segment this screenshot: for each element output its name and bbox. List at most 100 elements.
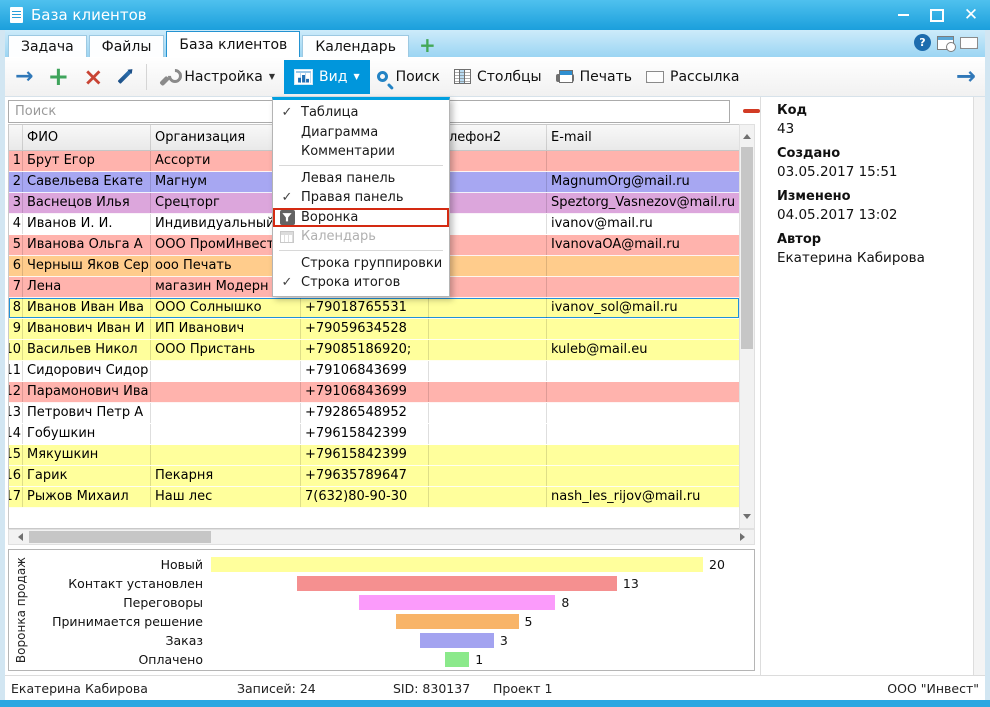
delete-record-button[interactable]: × [76, 64, 110, 90]
maximize-button[interactable] [928, 6, 946, 24]
table-cell[interactable]: 17 [9, 487, 23, 507]
table-cell[interactable] [429, 403, 547, 423]
table-cell[interactable] [151, 403, 301, 423]
table-cell[interactable]: Мякушкин [23, 445, 151, 465]
table-cell[interactable]: +79106843699 [301, 382, 429, 402]
table-cell[interactable] [547, 151, 738, 171]
table-cell[interactable]: 7(632)80-90-30 [301, 487, 429, 507]
tab-1[interactable]: Задача [8, 35, 87, 57]
table-cell[interactable]: 15 [9, 445, 23, 465]
table-cell[interactable]: 2 [9, 172, 23, 192]
view-button[interactable]: Вид ▼ [284, 60, 370, 94]
table-cell[interactable]: 6 [9, 256, 23, 276]
table-cell[interactable] [429, 424, 547, 444]
table-cell[interactable] [429, 340, 547, 360]
funnel-bar[interactable] [359, 595, 556, 610]
table-cell[interactable]: 14 [9, 424, 23, 444]
table-cell[interactable]: 3 [9, 193, 23, 213]
table-cell[interactable]: +79635789647 [301, 466, 429, 486]
table-cell[interactable]: Гарик [23, 466, 151, 486]
menu-item-воронка[interactable]: Воронка [273, 208, 449, 228]
table-cell[interactable]: 10 [9, 340, 23, 360]
scroll-up-icon[interactable] [743, 130, 751, 139]
table-cell[interactable]: Гобушкин [23, 424, 151, 444]
table-cell[interactable] [151, 382, 301, 402]
minimize-button[interactable] [894, 6, 912, 24]
menu-item-диаграмма[interactable]: Диаграмма [273, 123, 449, 143]
table-cell[interactable]: 11 [9, 361, 23, 381]
table-cell[interactable]: 4 [9, 214, 23, 234]
mail-icon[interactable] [960, 37, 978, 49]
columns-button[interactable]: Столбцы [447, 65, 549, 89]
table-cell[interactable]: 8 [9, 298, 23, 318]
go-forward-button[interactable]: → [956, 62, 976, 90]
table-cell[interactable]: Петрович Петр А [23, 403, 151, 423]
details-scrollbar[interactable] [973, 97, 985, 675]
table-cell[interactable]: ООО Пристань [151, 340, 301, 360]
vertical-scrollbar[interactable] [739, 124, 755, 529]
table-cell[interactable]: Speztorg_Vasnezov@mail.ru [547, 193, 738, 213]
table-cell[interactable]: nash_les_rijov@mail.ru [547, 487, 738, 507]
table-cell[interactable] [547, 382, 738, 402]
table-cell[interactable]: ООО Солнышко [151, 298, 301, 318]
table-cell[interactable]: +79286548952 [301, 403, 429, 423]
table-cell[interactable] [429, 319, 547, 339]
table-cell[interactable]: Иванов И. И. [23, 214, 151, 234]
table-row[interactable]: 16ГарикПекарня+79635789647 [9, 466, 739, 487]
scroll-right-icon[interactable] [740, 533, 749, 541]
table-cell[interactable]: Черныш Яков Сер [23, 256, 151, 276]
table-cell[interactable]: Васнецов Илья [23, 193, 151, 213]
mailing-button[interactable]: Рассылка [639, 65, 746, 89]
table-cell[interactable]: ИП Иванович [151, 319, 301, 339]
table-cell[interactable] [547, 277, 738, 297]
table-cell[interactable]: Сидорович Сидор [23, 361, 151, 381]
table-cell[interactable]: 9 [9, 319, 23, 339]
table-cell[interactable]: ivanov@mail.ru [547, 214, 738, 234]
table-cell[interactable]: Васильев Никол [23, 340, 151, 360]
table-cell[interactable]: +79615842399 [301, 445, 429, 465]
table-row[interactable]: 8Иванов Иван ИваООО Солнышко+79018765531… [9, 298, 739, 319]
table-cell[interactable]: 7 [9, 277, 23, 297]
scroll-down-icon[interactable] [743, 514, 751, 523]
table-cell[interactable] [151, 445, 301, 465]
funnel-bar[interactable] [211, 557, 703, 572]
horizontal-scroll-thumb[interactable] [29, 531, 211, 543]
table-cell[interactable]: 5 [9, 235, 23, 255]
table-cell[interactable]: Иванов Иван Ива [23, 298, 151, 318]
next-record-button[interactable]: → [8, 64, 40, 90]
table-cell[interactable]: +79615842399 [301, 424, 429, 444]
funnel-bar[interactable] [396, 614, 519, 629]
table-cell[interactable]: Наш лес [151, 487, 301, 507]
table-cell[interactable]: Рыжов Михаил [23, 487, 151, 507]
search-button[interactable]: Поиск [370, 65, 447, 89]
horizontal-scrollbar[interactable] [8, 529, 755, 545]
table-row[interactable]: 9Иванович Иван ИИП Иванович+79059634528 [9, 319, 739, 340]
table-cell[interactable]: +79018765531 [301, 298, 429, 318]
menu-item-правая-панель[interactable]: ✓Правая панель [273, 188, 449, 208]
menu-item-строка-группировки[interactable]: Строка группировки [273, 254, 449, 274]
table-cell[interactable]: Брут Егор [23, 151, 151, 171]
table-row[interactable]: 12Парамонович Ива+79106843699 [9, 382, 739, 403]
funnel-bar[interactable] [420, 633, 494, 648]
table-row[interactable]: 17Рыжов МихаилНаш лес7(632)80-90-30 nash_… [9, 487, 739, 508]
tab-4[interactable]: Календарь [302, 35, 409, 57]
table-cell[interactable]: Савельева Екате [23, 172, 151, 192]
table-cell[interactable] [429, 445, 547, 465]
add-tab-button[interactable]: + [411, 33, 444, 57]
table-row[interactable]: 13Петрович Петр А+79286548952 [9, 403, 739, 424]
table-cell[interactable]: Пекарня [151, 466, 301, 486]
menu-item-таблица[interactable]: ✓Таблица [273, 103, 449, 123]
scroll-left-icon[interactable] [14, 533, 23, 541]
column-header-num[interactable] [9, 125, 23, 150]
table-row[interactable]: 10Васильев НиколООО Пристань+79085186920… [9, 340, 739, 361]
table-cell[interactable]: 1 [9, 151, 23, 171]
table-cell[interactable]: 12 [9, 382, 23, 402]
settings-button[interactable]: Настройка ▼ [153, 64, 282, 90]
table-row[interactable]: 11Сидорович Сидор+79106843699 [9, 361, 739, 382]
table-cell[interactable] [547, 466, 738, 486]
calendar-clock-icon[interactable] [937, 36, 954, 50]
table-cell[interactable]: ivanov_sol@mail.ru [547, 298, 738, 318]
table-cell[interactable]: +79059634528 [301, 319, 429, 339]
table-cell[interactable]: IvanovaOA@mail.ru [547, 235, 738, 255]
table-cell[interactable]: +79085186920; [301, 340, 429, 360]
